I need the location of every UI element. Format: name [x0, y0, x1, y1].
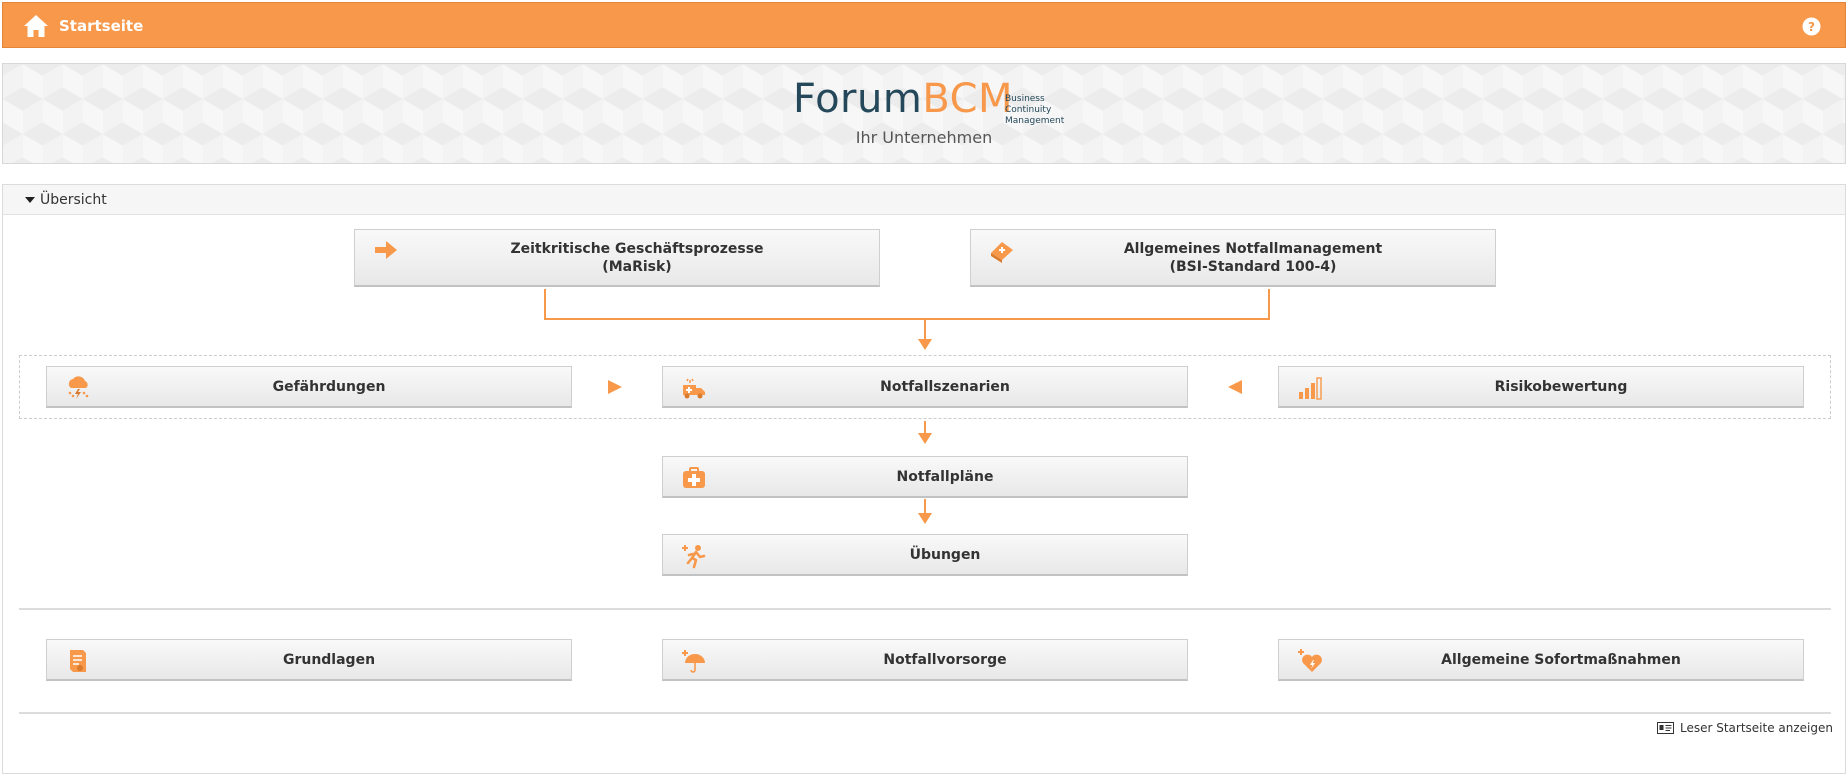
tile-notfallplaene[interactable]: Notfallpläne — [662, 456, 1188, 498]
caret-down-icon — [25, 197, 35, 203]
top-bar: Startseite ? — [2, 2, 1846, 48]
company-banner: ForumBCM Business Continuity Management … — [2, 63, 1846, 164]
tile-uebungen[interactable]: Übungen — [662, 534, 1188, 576]
tile-grundlagen[interactable]: Grundlagen — [46, 639, 572, 681]
logo-tagline: Business Continuity Management — [1005, 94, 1065, 126]
tile-allgemeine-sofortmassnahmen[interactable]: Allgemeine Sofortmaßnahmen — [1278, 639, 1804, 681]
footer-divider — [19, 712, 1831, 714]
svg-text:?: ? — [1808, 20, 1815, 34]
page-title[interactable]: Startseite — [59, 17, 143, 35]
overview-title: Übersicht — [40, 192, 107, 208]
tile-risikobewertung[interactable]: Risikobewertung — [1278, 366, 1804, 408]
tile-allgemeines-notfallmanagement[interactable]: Allgemeines Notfallmanagement (BSI-Stand… — [970, 229, 1496, 287]
tile-zeitkritische-geschaeftsprozesse[interactable]: Zeitkritische Geschäftsprozesse (MaRisk) — [354, 229, 880, 287]
home-icon[interactable] — [23, 14, 49, 38]
company-name: Ihr Unternehmen — [855, 128, 993, 147]
id-card-icon — [1656, 722, 1674, 734]
help-icon[interactable]: ? — [1802, 17, 1821, 36]
overview-toggle[interactable]: Übersicht — [3, 185, 1845, 215]
overview-panel: Übersicht Zeitkritische Geschäftsprozess… — [2, 184, 1846, 774]
show-reader-startpage-link[interactable]: Leser Startseite anzeigen — [1656, 721, 1833, 735]
tile-notfallvorsorge[interactable]: Notfallvorsorge — [662, 639, 1188, 681]
section-divider — [19, 608, 1831, 610]
tile-notfallszenarien[interactable]: Notfallszenarien — [662, 366, 1188, 408]
tile-gefaehrdungen[interactable]: Gefährdungen — [46, 366, 572, 408]
